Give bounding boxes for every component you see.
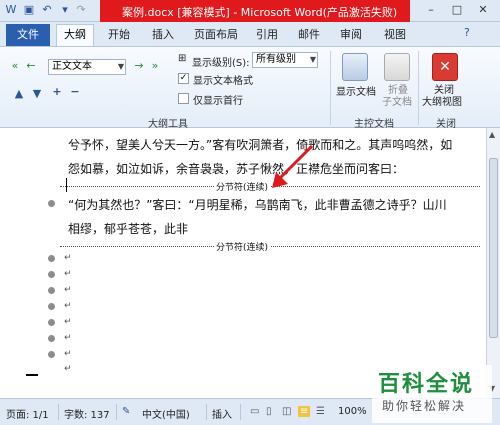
outline-bullet[interactable] bbox=[48, 351, 55, 358]
outline-level-value: 正文文本 bbox=[52, 61, 92, 72]
outline-bullet[interactable] bbox=[48, 303, 55, 310]
annotation-arrow-icon bbox=[272, 144, 314, 188]
show-level-combo[interactable]: 所有级别 ▼ bbox=[252, 52, 318, 68]
status-insert-mode[interactable]: 插入 bbox=[212, 406, 232, 421]
status-separator bbox=[206, 404, 207, 420]
title-bar: W ▣ ↶ ▾ ↷ 案例.docx [兼容模式] - Microsoft Wor… bbox=[0, 0, 500, 22]
status-separator bbox=[240, 404, 241, 420]
scroll-up-icon[interactable]: ▲ bbox=[489, 130, 495, 139]
end-of-document-marker bbox=[26, 374, 38, 376]
section-break-label-1: 分节符(连续) bbox=[214, 180, 271, 193]
group-separator bbox=[330, 51, 331, 125]
first-line-only-label: 仅显示首行 bbox=[193, 96, 243, 107]
outline-bullet[interactable] bbox=[48, 271, 55, 278]
paragraph-mark: ↵ bbox=[64, 333, 72, 343]
show-document-icon[interactable] bbox=[342, 53, 368, 81]
ribbon: « ← 正文文本 ▼ → » ▲ ▼ + − ⊞ 显示级别(S): 所有级别 ▼… bbox=[0, 46, 500, 130]
dropdown-icon[interactable]: ▾ bbox=[58, 3, 72, 17]
save-icon[interactable]: ▣ bbox=[22, 3, 36, 17]
close-label-2[interactable]: 大纲视图 bbox=[422, 93, 462, 108]
redo-icon[interactable]: ↷ bbox=[74, 3, 88, 17]
show-document-label[interactable]: 显示文档 bbox=[336, 83, 376, 98]
outline-bullet[interactable] bbox=[48, 255, 55, 262]
tab-insert[interactable]: 插入 bbox=[152, 26, 174, 42]
text-cursor bbox=[66, 178, 67, 192]
view-print-layout-icon[interactable]: ▭ bbox=[250, 406, 259, 417]
tab-references[interactable]: 引用 bbox=[256, 26, 278, 42]
scroll-thumb[interactable] bbox=[489, 158, 498, 338]
paragraph-mark: ↵ bbox=[64, 253, 72, 263]
tab-file[interactable]: 文件 bbox=[6, 24, 50, 46]
show-text-format-checkbox[interactable]: ✓ bbox=[178, 73, 189, 84]
chevron-down-icon: ▼ bbox=[117, 62, 124, 71]
view-outline-icon[interactable]: ≡ bbox=[298, 406, 311, 417]
outline-bullet[interactable] bbox=[48, 335, 55, 342]
maximize-button[interactable]: □ bbox=[446, 1, 468, 19]
status-separator bbox=[116, 404, 117, 420]
outline-bullet[interactable] bbox=[48, 287, 55, 294]
paragraph-mark: ↵ bbox=[64, 285, 72, 295]
watermark-tagline: 助你轻松解决 bbox=[382, 399, 467, 413]
word-icon[interactable]: W bbox=[4, 3, 18, 17]
demote-icon[interactable]: → bbox=[132, 59, 146, 72]
expand-icon[interactable]: + bbox=[50, 85, 64, 98]
view-draft-icon[interactable]: ☰ bbox=[316, 406, 325, 417]
move-down-icon[interactable]: ▼ bbox=[30, 87, 44, 100]
tab-view[interactable]: 视图 bbox=[384, 26, 406, 42]
chevron-down-icon: ▼ bbox=[309, 55, 316, 64]
window-title: 案例.docx [兼容模式] - Microsoft Word(产品激活失败) bbox=[122, 6, 398, 19]
status-page[interactable]: 页面: 1/1 bbox=[6, 406, 49, 421]
text-line-4: 相缪，郁乎苍苍，此非 bbox=[68, 222, 189, 236]
outline-bullet[interactable] bbox=[48, 319, 55, 326]
tab-review[interactable]: 审阅 bbox=[340, 26, 362, 42]
tab-home[interactable]: 开始 bbox=[108, 26, 130, 42]
paragraph-mark: ↵ bbox=[64, 364, 72, 374]
view-full-screen-icon[interactable]: ▯ bbox=[266, 406, 272, 417]
watermark-logo: 百科全说 bbox=[378, 372, 475, 397]
ribbon-tabs: 文件 大纲 开始 插入 页面布局 引用 邮件 审阅 视图 ? bbox=[0, 22, 500, 47]
tab-mailings[interactable]: 邮件 bbox=[298, 26, 320, 42]
collapse-subdocuments-icon[interactable] bbox=[384, 53, 410, 81]
promote-icon[interactable]: ← bbox=[24, 59, 38, 72]
group-separator bbox=[418, 51, 419, 125]
collapse-icon[interactable]: − bbox=[68, 85, 82, 98]
show-level-label: 显示级别(S): bbox=[192, 58, 250, 69]
minimize-button[interactable]: – bbox=[420, 1, 442, 19]
show-level-icon: ⊞ bbox=[178, 53, 187, 64]
tab-outline[interactable]: 大纲 bbox=[56, 24, 94, 47]
status-separator bbox=[58, 404, 59, 420]
promote-to-heading-icon[interactable]: « bbox=[8, 59, 22, 72]
tab-page-layout[interactable]: 页面布局 bbox=[194, 26, 238, 42]
paragraph-mark: ↵ bbox=[64, 317, 72, 327]
close-outline-icon[interactable]: ✕ bbox=[432, 53, 458, 81]
collapse-label-2[interactable]: 子文档 bbox=[382, 93, 412, 108]
zoom-level[interactable]: 100% bbox=[338, 406, 367, 417]
undo-icon[interactable]: ↶ bbox=[40, 3, 54, 17]
demote-to-body-icon[interactable]: » bbox=[148, 59, 162, 72]
paragraph-mark: ↵ bbox=[64, 269, 72, 279]
text-line-1: 兮予怀，望美人兮天一方。”客有吹洞箫者，倚歌而和之。其声呜呜然，如 bbox=[68, 138, 453, 152]
move-up-icon[interactable]: ▲ bbox=[12, 87, 26, 100]
close-window-button[interactable]: ✕ bbox=[472, 1, 494, 19]
help-icon[interactable]: ? bbox=[464, 26, 470, 39]
outline-bullet[interactable] bbox=[48, 200, 55, 207]
show-text-format-label: 显示文本格式 bbox=[193, 76, 253, 87]
show-level-value: 所有级别 bbox=[256, 54, 296, 65]
status-language[interactable]: 中文(中国) bbox=[142, 406, 190, 421]
vertical-scrollbar[interactable]: ▲ ▼ bbox=[486, 128, 500, 398]
paragraph-mark: ↵ bbox=[64, 301, 72, 311]
status-word-count[interactable]: 字数: 137 bbox=[64, 406, 110, 421]
view-web-layout-icon[interactable]: ◫ bbox=[282, 406, 291, 417]
outline-level-combo[interactable]: 正文文本 ▼ bbox=[48, 59, 126, 75]
paragraph-mark: ↵ bbox=[64, 349, 72, 359]
text-line-2: 怨如慕，如泣如诉，余音袅袅，苏子愀然，正襟危坐而问客曰： bbox=[68, 162, 405, 176]
section-break-label-2: 分节符(连续) bbox=[214, 240, 271, 253]
first-line-only-checkbox[interactable] bbox=[178, 93, 189, 104]
proofing-icon[interactable]: ✎ bbox=[122, 406, 130, 417]
text-line-3: “何为其然也？”客曰：“月明星稀，乌鹊南飞，此非曹孟德之诗乎？山川 bbox=[68, 198, 447, 212]
document-area[interactable]: 兮予怀，望美人兮天一方。”客有吹洞箫者，倚歌而和之。其声呜呜然，如 怨如慕，如泣… bbox=[0, 128, 486, 398]
